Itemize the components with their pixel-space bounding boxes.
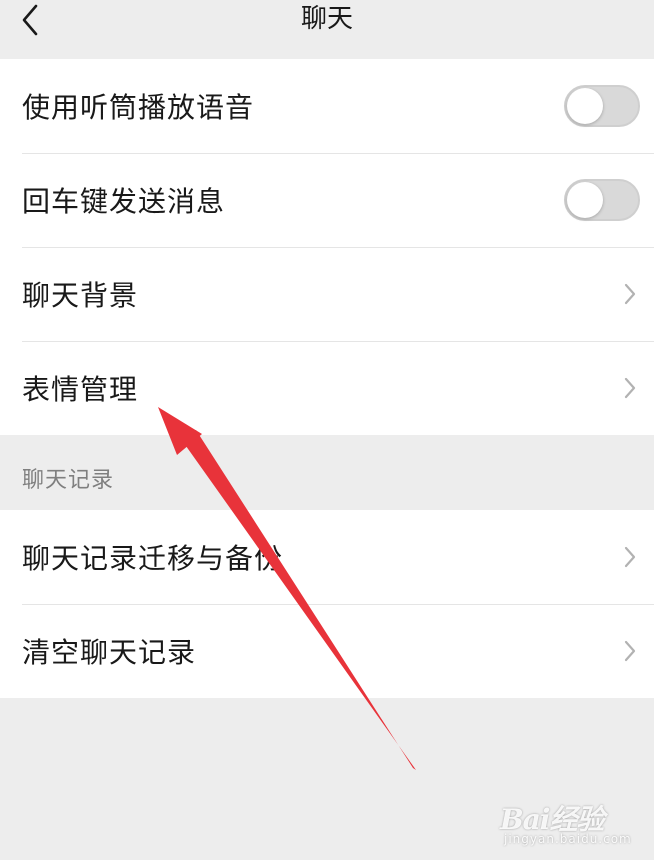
chevron-right-icon	[624, 546, 636, 568]
setting-row-sticker-management[interactable]: 表情管理	[0, 341, 654, 435]
setting-label: 回车键发送消息	[22, 185, 226, 218]
setting-label: 聊天记录迁移与备份	[22, 542, 284, 575]
setting-row-migrate-backup[interactable]: 聊天记录迁移与备份	[0, 510, 654, 604]
setting-row-chat-background[interactable]: 聊天背景	[0, 247, 654, 341]
settings-group-chat-history: 聊天记录迁移与备份 清空聊天记录	[0, 510, 654, 698]
setting-label: 清空聊天记录	[22, 636, 197, 669]
chevron-right-icon	[624, 283, 636, 305]
page-title: 聊天	[300, 4, 353, 34]
section-header-chat-history: 聊天记录	[22, 468, 115, 493]
setting-label: 使用听筒播放语音	[22, 91, 255, 124]
earpiece-playback-toggle[interactable]	[564, 85, 640, 127]
toggle-knob	[567, 182, 603, 218]
setting-label: 表情管理	[22, 373, 139, 406]
setting-row-enter-to-send[interactable]: 回车键发送消息	[0, 153, 654, 247]
chevron-right-icon	[624, 640, 636, 662]
enter-to-send-toggle[interactable]	[564, 179, 640, 221]
baidu-jingyan-watermark: Bai经验 jingyan.baidu.com	[500, 798, 640, 850]
settings-group-chat: 使用听筒播放语音 回车键发送消息 聊天背景 表情管理	[0, 59, 654, 435]
watermark-url: jingyan.baidu.com	[504, 832, 632, 846]
chevron-right-icon	[624, 377, 636, 399]
nav-bar: 聊天	[0, 0, 654, 58]
setting-row-earpiece-playback[interactable]: 使用听筒播放语音	[0, 59, 654, 153]
setting-row-clear-history[interactable]: 清空聊天记录	[0, 604, 654, 698]
toggle-knob	[567, 88, 603, 124]
setting-label: 聊天背景	[22, 279, 139, 312]
